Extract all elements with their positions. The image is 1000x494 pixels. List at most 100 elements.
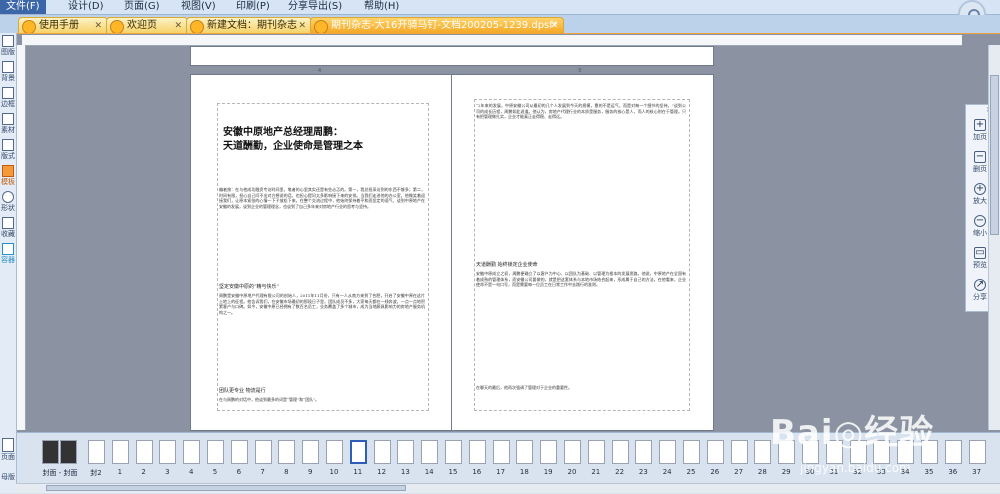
zoom-in-icon: + — [974, 183, 986, 195]
tool-container[interactable]: 容器 — [0, 243, 16, 265]
grid-icon — [2, 139, 14, 151]
tool-border[interactable]: 边框 — [0, 87, 16, 109]
add-page-icon: + — [974, 119, 986, 131]
thumbnail-label: 2 — [141, 468, 146, 476]
thumbnail-page[interactable] — [635, 440, 653, 464]
tool-material[interactable]: 素材 — [0, 113, 16, 135]
article-body-right[interactable]: 安徽中原成立之初，周鹏便确立了以客户为中心、以团队为基础、以管理为根本的发展思路… — [476, 271, 686, 381]
thumbnail-page[interactable] — [254, 440, 272, 464]
delete-page-icon: − — [974, 151, 986, 163]
article-body-tail[interactable]: 在与周鹏的对话中，他谈到最多的词是“管理”和“团队”。 — [219, 397, 425, 407]
left-page[interactable]: 安徽中原地产总经理周鹏： 天道酬勤，企业使命是管理之本 编者按：在与他成功融资专… — [190, 74, 452, 431]
tool-favorites[interactable]: 收藏 — [0, 217, 16, 239]
left-toolbar: 图版 背景 边框 素材 版式 模板 形状 收藏 容器 — [0, 33, 17, 433]
tool-layout[interactable]: 版式 — [0, 139, 16, 161]
close-icon[interactable]: ✕ — [174, 18, 182, 33]
article-title-line2[interactable]: 天道酬勤，企业使命是管理之本 — [223, 139, 363, 154]
menu-design[interactable]: 设计(D) — [62, 0, 110, 14]
thumbnail-page[interactable] — [421, 440, 439, 464]
pages-tab[interactable]: 页面 — [0, 438, 16, 462]
master-tab[interactable]: 母版 — [0, 472, 16, 482]
article-subhead-2[interactable]: 团队更专业 物流是行 — [219, 387, 266, 394]
tab-new-doc[interactable]: 新建文档：期刊杂志 ✕ — [186, 17, 312, 33]
tool-image[interactable]: 图版 — [0, 35, 16, 57]
thumbnail-page[interactable] — [349, 440, 367, 464]
thumbnail-cover[interactable] — [42, 440, 59, 464]
thumbnail-label: 封面 - 封面 — [42, 469, 78, 477]
tab-manual[interactable]: 使用手册 ✕ — [18, 17, 108, 33]
thumbnail-page[interactable] — [540, 440, 558, 464]
close-icon[interactable]: ✕ — [94, 18, 102, 33]
vertical-scroll-thumb[interactable] — [990, 75, 999, 235]
thumbnail-page[interactable] — [111, 440, 129, 464]
horizontal-scroll-thumb[interactable] — [46, 485, 406, 491]
article-subhead-right[interactable]: 天道酬勤 始终锁定企业使命 — [476, 261, 538, 268]
menu-print[interactable]: 印刷(P) — [230, 0, 276, 14]
vertical-scrollbar[interactable] — [988, 45, 1000, 430]
thumbnail-page[interactable] — [207, 440, 224, 464]
thumbnail-page[interactable] — [302, 440, 320, 464]
article-body-intro[interactable]: 编者按：在与他成功融资专访时间里，笔者的心里其实还是有些忐忑的。第一，我总担采访… — [219, 187, 425, 279]
thumbnail-page[interactable] — [516, 440, 534, 464]
thumbnail-page[interactable] — [730, 440, 748, 464]
thumbnail-page[interactable] — [135, 440, 153, 464]
tab-active-document[interactable]: 期刊杂志-大16开骑马钉-文档200205-1239.dpsf* ✕ — [310, 17, 564, 33]
watermark-url: jingyan.baidu.com — [800, 461, 911, 475]
menu-file[interactable]: 文件(F) — [0, 0, 46, 14]
menu-page[interactable]: 页面(G) — [118, 0, 166, 14]
close-icon[interactable]: ✕ — [298, 18, 306, 33]
thumbnail-page[interactable] — [373, 440, 391, 464]
article-subhead[interactable]: 坚定安徽中原的“精与快乐” — [219, 283, 279, 290]
thumbnail-page[interactable] — [326, 440, 343, 464]
tool-background[interactable]: 背景 — [0, 61, 16, 83]
thumbnail-label: 20 — [567, 468, 577, 476]
thumbnail-label: 26 — [710, 468, 720, 476]
menu-bar: 文件(F) 设计(D) 页面(G) 视图(V) 印刷(P) 分享导出(S) 帮助… — [0, 0, 1000, 15]
thumbnail-page[interactable] — [706, 440, 724, 464]
thumbnail-page[interactable] — [492, 440, 510, 464]
thumbnail-page[interactable] — [230, 440, 248, 464]
thumbnail-label: 9 — [307, 468, 313, 476]
thumbnail-page[interactable] — [397, 440, 415, 464]
article-title-line1[interactable]: 安徽中原地产总经理周鹏： — [223, 125, 343, 140]
tab-welcome[interactable]: 欢迎页 ✕ — [106, 17, 188, 33]
page-icon — [2, 438, 14, 452]
baidu-watermark: Bai◎经验 jingyan.baidu.com — [770, 405, 990, 485]
thumbnail-page[interactable] — [659, 440, 677, 464]
thumbnail-page[interactable] — [159, 440, 177, 464]
right-page[interactable]: “2年来的发展，中原安徽公司从最初的几个人发展到今天的规模，靠的不是运气，而是对… — [451, 74, 714, 431]
thumbnail-page[interactable] — [611, 440, 629, 464]
tool-template[interactable]: 模板 — [0, 165, 16, 187]
thumbnail-label: 25 — [686, 468, 696, 476]
article-body-section[interactable]: 周鹏是安徽中原地产代理有限公司的创始人，2011年11月份，只有一人从南方来到了… — [219, 293, 425, 383]
horizontal-ruler — [22, 35, 962, 46]
thumbnail-cover-back[interactable] — [60, 440, 77, 464]
article-body-continued[interactable]: “2年来的发展，中原安徽公司从最初的几个人发展到今天的规模，靠的不是运气，而是对… — [476, 103, 686, 253]
thumbnail-label: 17 — [496, 468, 506, 476]
thumbnail-label: 8 — [284, 468, 289, 476]
tool-shape[interactable]: 形状 — [0, 191, 16, 213]
article-footer[interactable]: 在聊天的最后，他再次强调了管理对于企业的重要性。 — [476, 385, 686, 397]
thumbnail-page[interactable] — [587, 440, 605, 464]
menu-help[interactable]: 帮助(H) — [358, 0, 405, 14]
template-icon — [2, 165, 14, 177]
thumbnail-page[interactable] — [564, 440, 581, 464]
thumbnail-label: 10 — [329, 468, 339, 476]
thumbnail-page[interactable] — [88, 440, 105, 464]
thumbnail-page[interactable] — [183, 440, 201, 464]
app-icon — [110, 20, 124, 33]
thumbnail-label: 1 — [117, 468, 123, 476]
thumbnail-page[interactable] — [278, 440, 296, 464]
thumbnail-page[interactable] — [754, 440, 772, 464]
thumbnail-page[interactable] — [445, 440, 462, 464]
menu-view[interactable]: 视图(V) — [175, 0, 222, 14]
thumbnail-label: 27 — [734, 468, 744, 476]
close-icon[interactable]: ✕ — [550, 18, 558, 33]
thumbnail-page[interactable] — [468, 440, 486, 464]
menu-share-export[interactable]: 分享导出(S) — [282, 0, 348, 14]
book-icon: ▭ — [974, 247, 986, 259]
thumbnail-page[interactable] — [683, 440, 700, 464]
thumbnail-label: 19 — [543, 468, 553, 476]
tab-label: 使用手册 — [39, 20, 79, 31]
star-icon — [2, 217, 14, 229]
